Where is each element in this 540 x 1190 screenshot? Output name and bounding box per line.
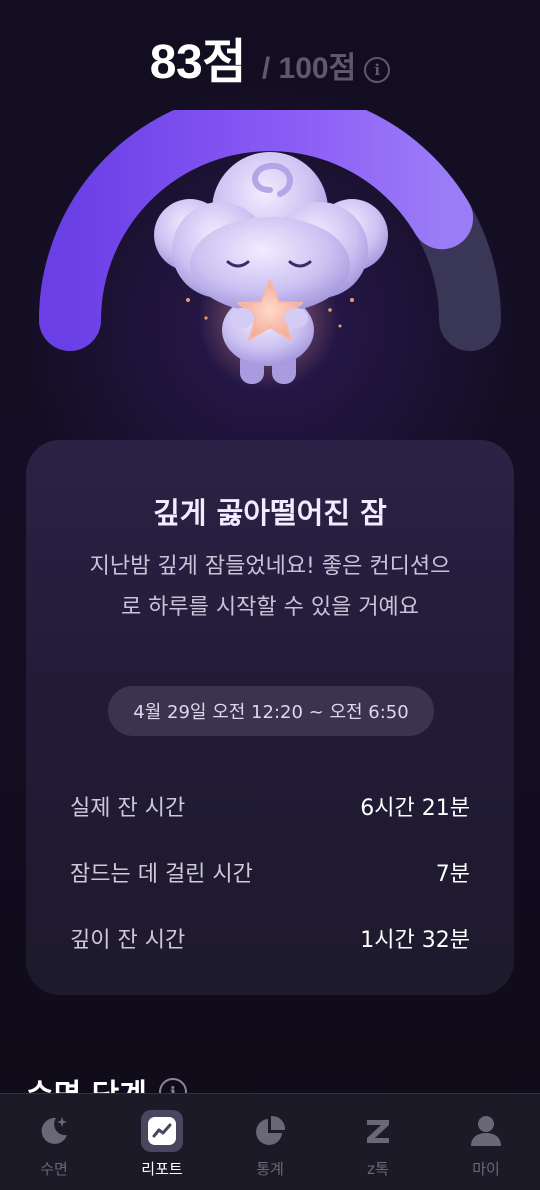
stat-row-deep-sleep: 깊이 잔 시간 1시간 32분 [70, 918, 470, 958]
stat-label: 깊이 잔 시간 [70, 928, 186, 953]
nav-label: 리포트 [141, 1160, 183, 1178]
sleep-result-card: 깊게 곯아떨어진 잠 지난밤 깊게 잠들었네요! 좋은 컨디션으로 하루를 시작… [26, 440, 514, 995]
sheep-mascot-illustration [154, 152, 388, 390]
sleep-report-screen: 83점 / 100점 i 깊게 곯아떨어진 잠 지난밤 깊게 잠들었네요! 좋은… [0, 0, 540, 1190]
moon-icon [41, 1117, 67, 1144]
info-icon[interactable]: i [364, 57, 391, 83]
stat-value: 1시간 32분 [360, 928, 470, 953]
nav-item-stats[interactable]: 통계 [225, 1110, 315, 1179]
nav-item-ztalk[interactable]: z톡 [333, 1110, 423, 1179]
nav-label: 통계 [256, 1160, 284, 1178]
stat-label: 실제 잔 시간 [70, 796, 186, 821]
person-icon [471, 1116, 501, 1146]
nav-label: 수면 [40, 1160, 68, 1178]
z-icon [367, 1120, 389, 1143]
stat-value: 7분 [435, 862, 470, 887]
sleep-score: 83점 [149, 36, 247, 89]
stat-label: 잠드는 데 걸린 시간 [70, 862, 253, 887]
sleep-time-range: 4월 29일 오전 12:20 ~ 오전 6:50 [108, 686, 434, 736]
nav-label: 마이 [472, 1160, 500, 1178]
stat-row-fall-asleep: 잠드는 데 걸린 시간 7분 [70, 852, 470, 892]
stat-value: 6시간 21분 [360, 796, 470, 821]
pie-chart-icon [256, 1115, 286, 1145]
nav-item-report[interactable]: 리포트 [117, 1110, 207, 1179]
score-max: / 100점 [261, 52, 357, 85]
stat-row-actual-sleep: 실제 잔 시간 6시간 21분 [70, 786, 470, 826]
nav-item-my[interactable]: 마이 [441, 1110, 531, 1179]
report-icon [148, 1117, 176, 1145]
nav-label: z톡 [367, 1160, 389, 1178]
bottom-navigation: 수면 리포트 통계 z톡 마이 [0, 1093, 540, 1190]
sleep-description: 지난밤 깊게 잠들었네요! 좋은 컨디션으로 하루를 시작할 수 있을 거예요 [89, 554, 451, 620]
score-header: 83점 / 100점 i [0, 22, 540, 92]
sleep-type-title: 깊게 곯아떨어진 잠 [153, 496, 387, 530]
nav-item-sleep[interactable]: 수면 [9, 1110, 99, 1179]
